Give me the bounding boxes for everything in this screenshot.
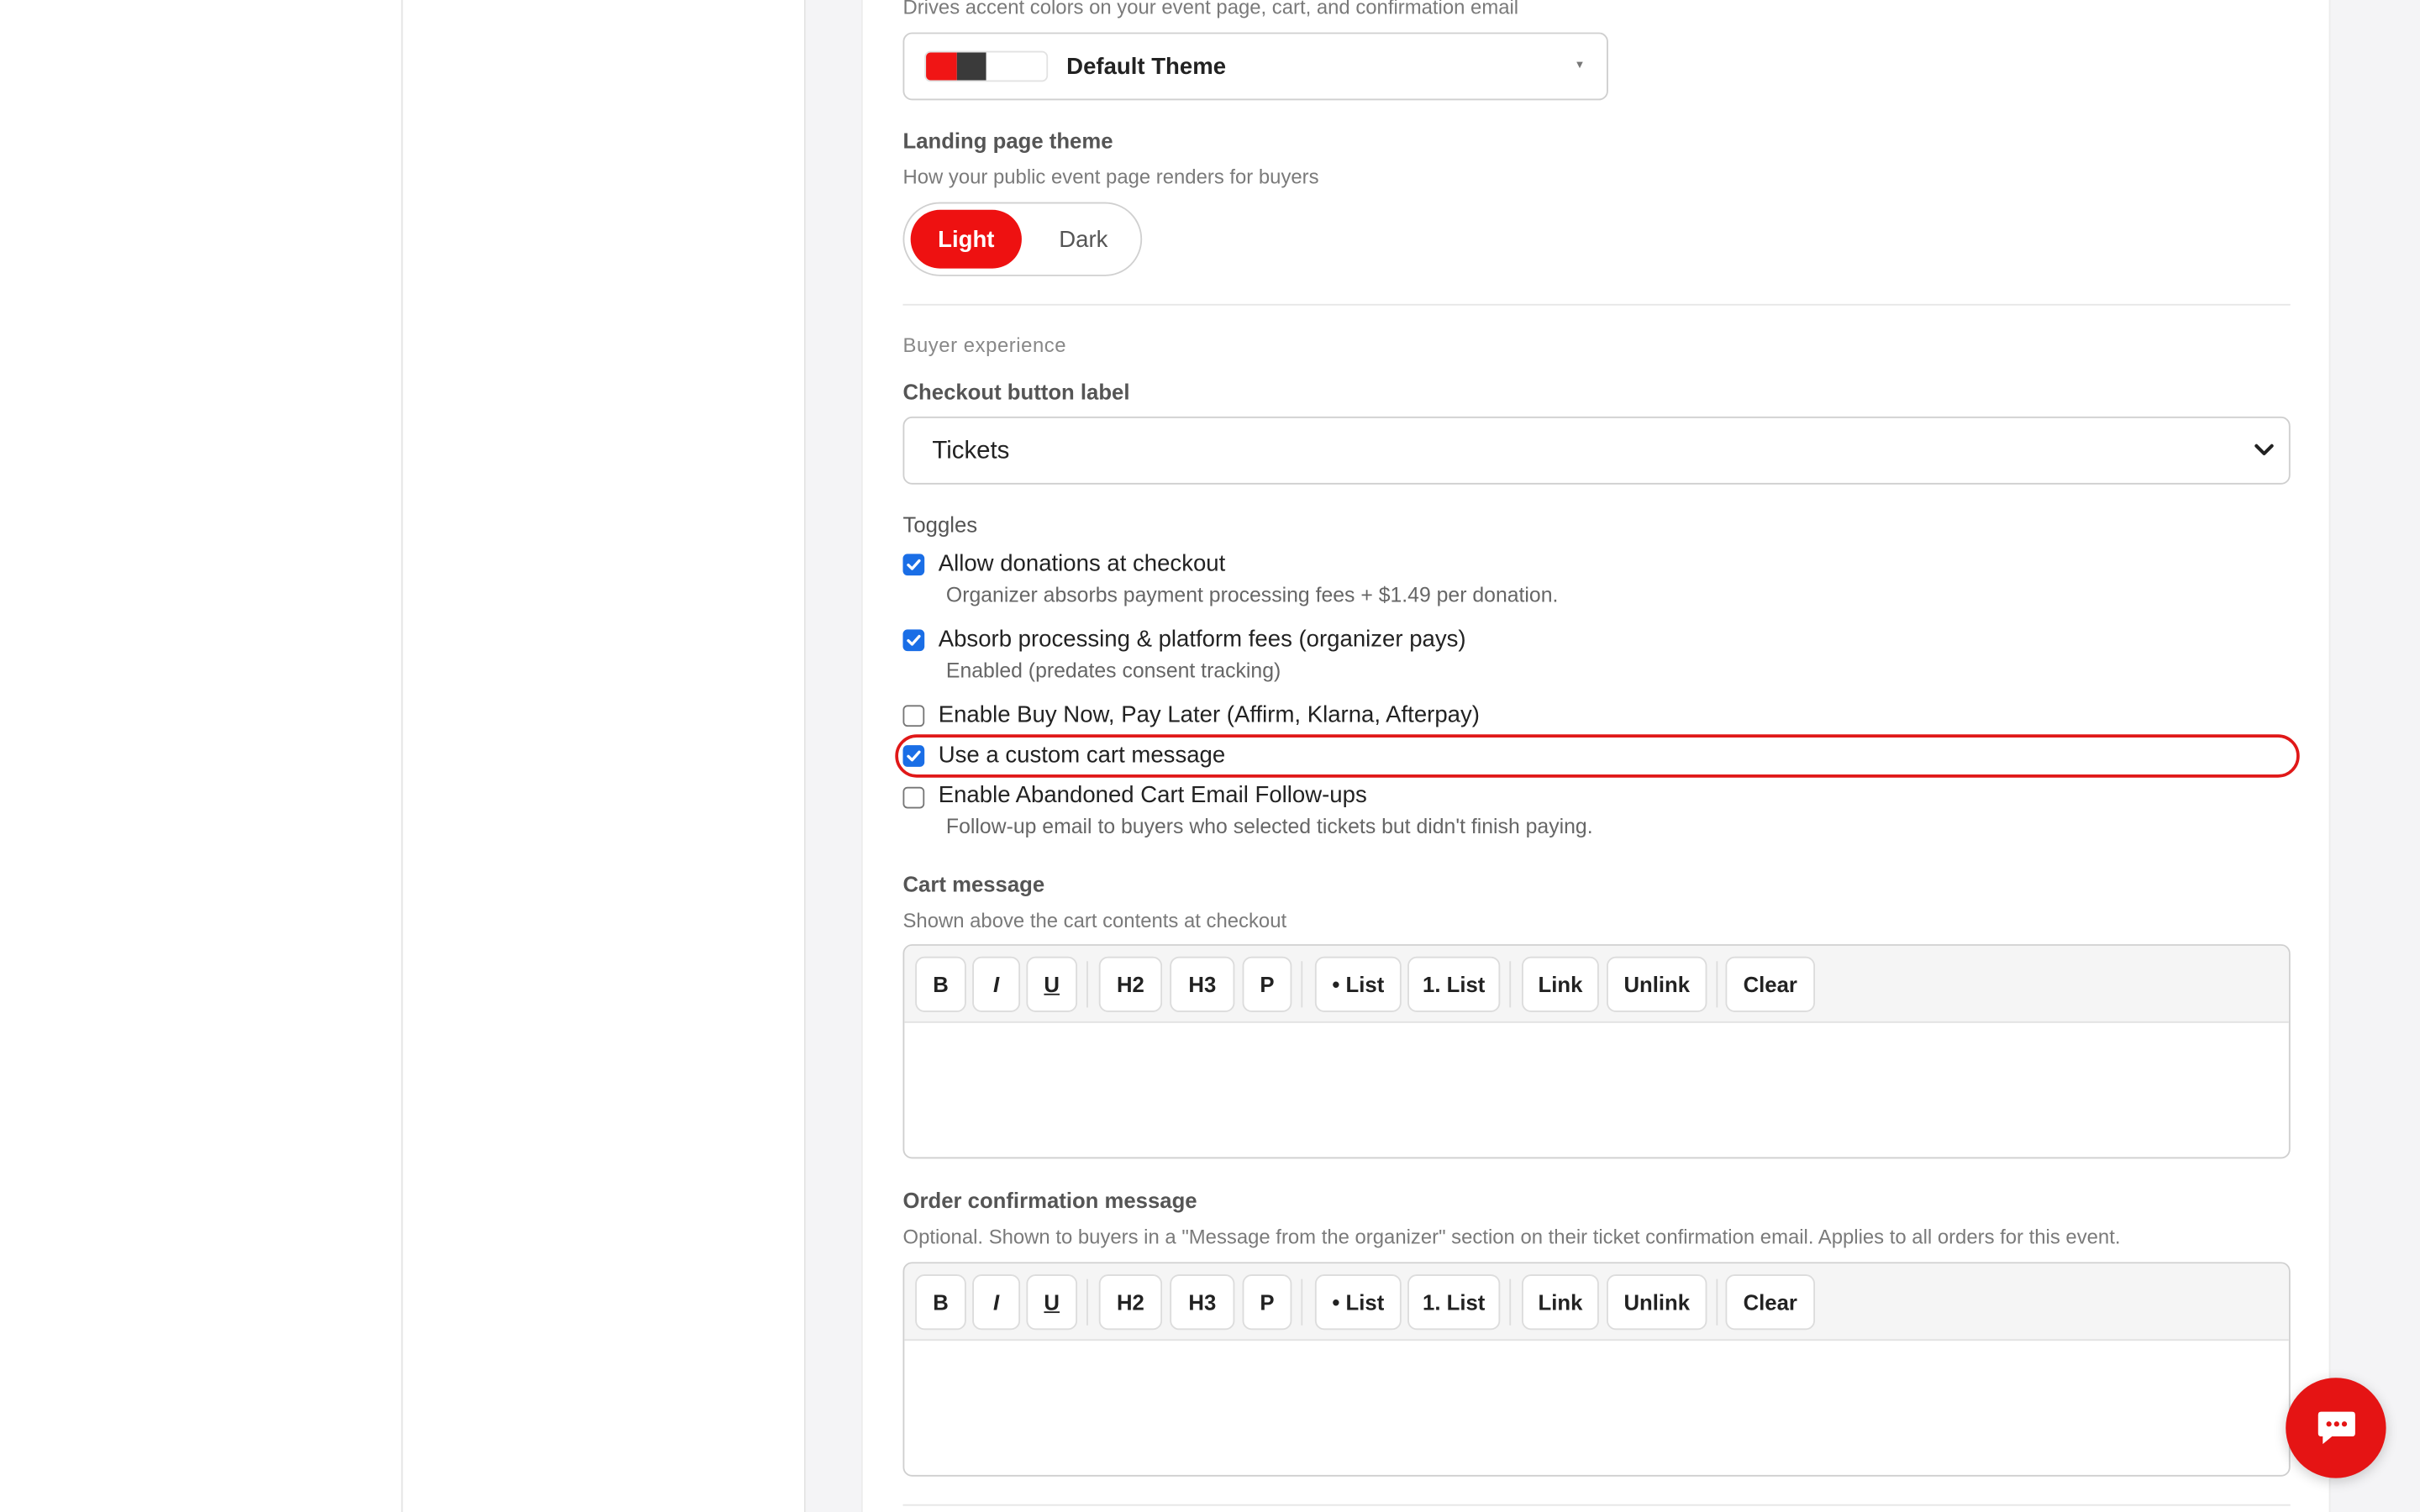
chat-button[interactable] (2286, 1378, 2386, 1478)
order-confirmation-editor: B I U H2 H3 P • List 1. List Link Unlink… (902, 1262, 2291, 1477)
paragraph-button[interactable]: P (1242, 956, 1292, 1012)
toolbar-separator (1716, 961, 1718, 1008)
absorb-fees-checkbox[interactable] (902, 629, 925, 652)
cart-message-editor: B I U H2 H3 P • List 1. List Link Unlink… (902, 944, 2291, 1159)
unlink-button[interactable]: Unlink (1607, 956, 1707, 1012)
swatch-red (926, 52, 956, 81)
h3-button[interactable]: H3 (1170, 956, 1235, 1012)
order-confirmation-hint: Optional. Shown to buyers in a "Message … (902, 1225, 2121, 1248)
numbered-list-button[interactable]: 1. List (1407, 1274, 1501, 1331)
checkout-label-select[interactable]: Tickets (902, 416, 2291, 485)
italic-button[interactable]: I (972, 1274, 1021, 1331)
clear-button[interactable]: Clear (1725, 956, 1816, 1012)
landing-theme-hint: How your public event page renders for b… (902, 165, 1319, 189)
theme-swatches (924, 50, 1049, 82)
theme-select[interactable]: Default Theme ▼ (902, 32, 1608, 101)
clear-button[interactable]: Clear (1725, 1274, 1816, 1331)
toolbar-separator (1086, 961, 1088, 1008)
theme-hint: Drives accent colors on your event page,… (902, 0, 1519, 19)
bnpl-checkbox[interactable] (902, 705, 925, 727)
bold-button[interactable]: B (915, 1274, 966, 1331)
toolbar-separator (1509, 961, 1512, 1008)
swatch-dark (955, 52, 986, 81)
abandoned-cart-sub: Follow-up email to buyers who selected t… (945, 814, 1593, 838)
check-icon (907, 750, 921, 762)
donations-sub: Organizer absorbs payment processing fee… (945, 583, 1559, 606)
caret-down-icon: ▼ (1574, 60, 1586, 71)
h2-button[interactable]: H2 (1098, 1274, 1163, 1331)
page-root: Drives accent colors on your event page,… (0, 0, 2420, 1512)
custom-cart-label[interactable]: Use a custom cart message (939, 742, 1225, 768)
order-editor-toolbar: B I U H2 H3 P • List 1. List Link Unlink… (904, 1263, 2289, 1341)
numbered-list-button[interactable]: 1. List (1407, 956, 1501, 1012)
sub-nav-panel (402, 0, 806, 1512)
cart-message-label: Cart message (902, 871, 1045, 897)
left-nav-panel (0, 0, 403, 1512)
landing-theme-toggle: Light Dark (902, 202, 1143, 276)
donations-checkbox[interactable] (902, 554, 925, 576)
cart-message-hint: Shown above the cart contents at checkou… (902, 908, 1287, 932)
bullet-list-button[interactable]: • List (1314, 1274, 1402, 1331)
order-confirmation-label: Order confirmation message (902, 1188, 1197, 1213)
chevron-down-icon (2254, 444, 2274, 456)
toolbar-separator (1301, 1278, 1303, 1326)
toggles-title: Toggles (902, 512, 978, 538)
h2-button[interactable]: H2 (1098, 956, 1163, 1012)
check-icon (907, 634, 921, 646)
check-icon (907, 559, 921, 570)
absorb-fees-sub: Enabled (predates consent tracking) (945, 659, 1281, 682)
underline-button[interactable]: U (1026, 1274, 1078, 1331)
toolbar-separator (1301, 961, 1303, 1008)
order-editor-content[interactable] (904, 1341, 2289, 1475)
abandoned-cart-checkbox[interactable] (902, 786, 925, 809)
landing-theme-label: Landing page theme (902, 128, 1113, 153)
bottom-divider (902, 1504, 2291, 1506)
custom-cart-checkbox[interactable] (902, 745, 925, 767)
checkout-label-value: Tickets (932, 438, 1010, 465)
underline-button[interactable]: U (1026, 956, 1078, 1012)
cart-editor-toolbar: B I U H2 H3 P • List 1. List Link Unlink… (904, 945, 2289, 1023)
cart-editor-content[interactable] (904, 1023, 2289, 1158)
unlink-button[interactable]: Unlink (1607, 1274, 1707, 1331)
chat-bubble-icon (2317, 1410, 2354, 1444)
swatch-white (986, 52, 1047, 81)
paragraph-button[interactable]: P (1242, 1274, 1292, 1331)
landing-dark-option[interactable]: Dark (1034, 210, 1134, 269)
toolbar-separator (1086, 1278, 1088, 1326)
toolbar-separator (1509, 1278, 1512, 1326)
buyer-experience-title: Buyer experience (902, 333, 1067, 357)
abandoned-cart-label[interactable]: Enable Abandoned Cart Email Follow-ups (939, 782, 1367, 808)
absorb-fees-label[interactable]: Absorb processing & platform fees (organ… (939, 627, 1466, 653)
bnpl-label[interactable]: Enable Buy Now, Pay Later (Affirm, Klarn… (939, 702, 1480, 728)
link-button[interactable]: Link (1522, 1274, 1599, 1331)
h3-button[interactable]: H3 (1170, 1274, 1235, 1331)
toolbar-separator (1716, 1278, 1718, 1326)
link-button[interactable]: Link (1522, 956, 1599, 1012)
italic-button[interactable]: I (972, 956, 1021, 1012)
checkout-button-label: Checkout button label (902, 379, 1130, 405)
donations-label[interactable]: Allow donations at checkout (939, 551, 1226, 577)
bullet-list-button[interactable]: • List (1314, 956, 1402, 1012)
section-divider (902, 303, 2291, 306)
landing-light-option[interactable]: Light (910, 209, 1022, 269)
theme-selected-label: Default Theme (1066, 54, 1227, 81)
bold-button[interactable]: B (915, 956, 966, 1012)
